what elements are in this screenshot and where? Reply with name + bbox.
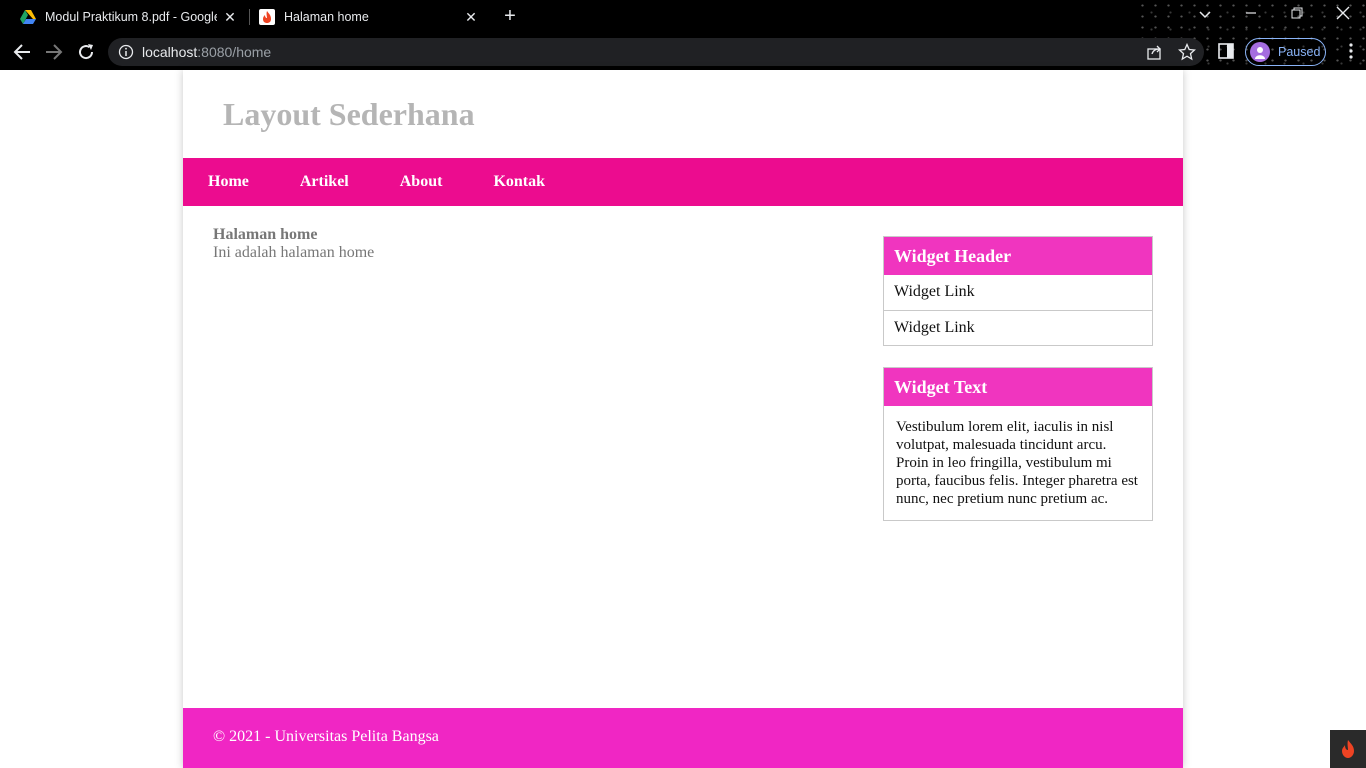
site-title: Layout Sederhana xyxy=(223,96,475,132)
tab-search-icon[interactable] xyxy=(1194,6,1216,26)
site-info-icon[interactable] xyxy=(118,44,134,60)
share-icon[interactable] xyxy=(1146,43,1164,61)
footer-text: © 2021 - Universitas Pelita Bangsa xyxy=(213,728,439,745)
close-tab-icon[interactable]: ✕ xyxy=(463,9,479,25)
widget-header-box: Widget Header Widget Link Widget Link xyxy=(883,236,1153,346)
google-drive-icon xyxy=(20,9,36,25)
reload-icon[interactable] xyxy=(74,40,98,64)
url-text: localhost:8080/home xyxy=(142,44,271,60)
tab-google-drive[interactable]: Modul Praktikum 8.pdf - Google ✕ xyxy=(20,0,238,34)
url-host: localhost xyxy=(142,44,198,60)
site-container: Layout Sederhana Home Artikel About Kont… xyxy=(183,70,1183,768)
new-tab-icon[interactable]: + xyxy=(500,6,520,27)
tab-separator xyxy=(249,9,250,25)
widget-heading: Widget Text xyxy=(884,368,1152,406)
address-bar[interactable]: localhost:8080/home xyxy=(108,38,1204,66)
site-footer: © 2021 - Universitas Pelita Bangsa xyxy=(183,708,1183,768)
side-panel-icon[interactable] xyxy=(1217,42,1235,60)
bookmark-star-icon[interactable] xyxy=(1177,42,1197,61)
tab-strip: Modul Praktikum 8.pdf - Google ✕ Halaman… xyxy=(0,0,1366,34)
tab-halaman-home[interactable]: Halaman home ✕ xyxy=(259,0,479,34)
restore-icon[interactable] xyxy=(1286,6,1308,26)
nav-artikel[interactable]: Artikel xyxy=(300,173,349,191)
profile-status-label: Paused xyxy=(1278,45,1321,59)
widget-link[interactable]: Widget Link xyxy=(884,275,1152,310)
widget-text-box: Widget Text Vestibulum lorem elit, iacul… xyxy=(883,367,1153,521)
kebab-menu-icon[interactable] xyxy=(1348,42,1358,62)
main-nav: Home Artikel About Kontak xyxy=(183,158,1183,206)
close-tab-icon[interactable]: ✕ xyxy=(222,9,238,25)
codeigniter-debug-toolbar-icon[interactable] xyxy=(1330,730,1366,768)
back-arrow-icon[interactable] xyxy=(10,40,34,64)
avatar xyxy=(1250,42,1270,62)
tab-title: Halaman home xyxy=(284,10,369,24)
widget-link[interactable]: Widget Link xyxy=(884,310,1152,345)
widget-body-text: Vestibulum lorem elit, iaculis in nisl v… xyxy=(896,419,1138,507)
tab-title: Modul Praktikum 8.pdf - Google xyxy=(45,10,217,24)
main-content: Halaman home Ini adalah halaman home xyxy=(213,226,853,262)
profile-button[interactable]: Paused xyxy=(1245,38,1326,66)
sidebar: Widget Header Widget Link Widget Link Wi… xyxy=(883,236,1153,542)
codeigniter-flame-icon xyxy=(259,9,275,25)
minimize-icon[interactable] xyxy=(1240,6,1262,26)
forward-arrow-icon[interactable] xyxy=(42,40,66,64)
site-header: Layout Sederhana xyxy=(183,70,1183,158)
close-window-icon[interactable] xyxy=(1332,6,1354,26)
url-path: :8080/home xyxy=(197,44,272,60)
nav-home[interactable]: Home xyxy=(208,173,249,191)
content-heading: Halaman home xyxy=(213,226,318,243)
widget-heading: Widget Header xyxy=(884,237,1152,275)
page-viewport: Layout Sederhana Home Artikel About Kont… xyxy=(0,70,1366,768)
nav-kontak[interactable]: Kontak xyxy=(493,173,545,191)
browser-chrome: Modul Praktikum 8.pdf - Google ✕ Halaman… xyxy=(0,0,1366,70)
nav-about[interactable]: About xyxy=(400,173,443,191)
content-text: Ini adalah halaman home xyxy=(213,244,375,261)
